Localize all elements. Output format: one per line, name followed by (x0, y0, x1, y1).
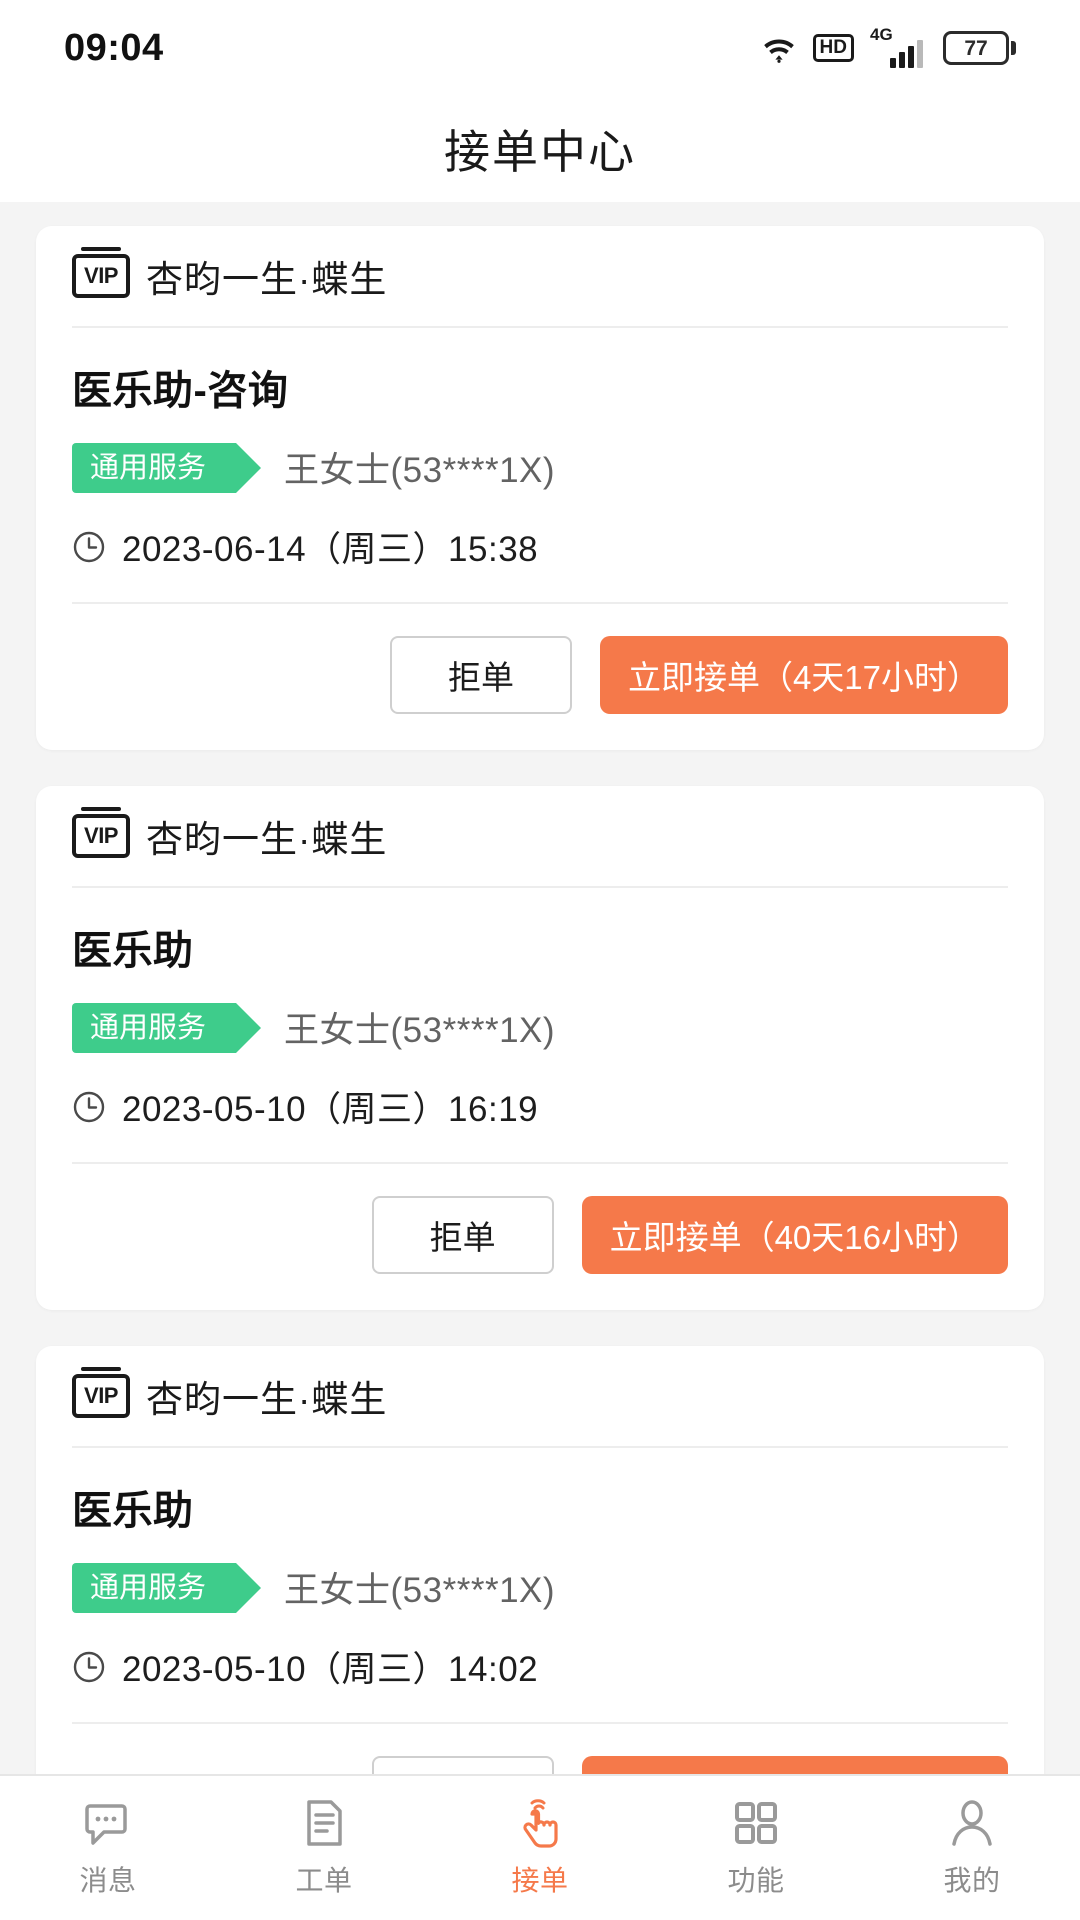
order-card[interactable]: VIP 杏昀一生·蝶生 医乐助 通用服务 王女士(53****1X) 2023-… (36, 786, 1044, 1310)
clock-icon (73, 1091, 105, 1122)
customer-row: 通用服务 王女士(53****1X) (72, 1002, 1008, 1053)
customer-name: 王女士(53****1X) (284, 1011, 556, 1050)
vip-badge-text: VIP (84, 263, 118, 288)
order-datetime: 2023-05-10（周三）14:02 (122, 1650, 539, 1689)
order-datetime: 2023-05-10（周三）16:19 (122, 1090, 539, 1129)
order-card-actions: 拒单 立即接单（40天16小时） (72, 1164, 1008, 1310)
customer-name: 王女士(53****1X) (284, 451, 556, 490)
wifi-icon (763, 39, 794, 63)
accept-order-button[interactable]: 立即接单（40天16小时） (581, 1196, 1008, 1274)
order-time-row: 2023-05-10（周三）16:19 (72, 1081, 1008, 1164)
tab-label: 消息 (79, 1865, 137, 1896)
order-datetime: 2023-06-14（周三）15:38 (122, 530, 539, 569)
vip-card-icon: VIP (72, 807, 130, 858)
chat-bubble-icon (85, 1804, 127, 1845)
status-bar: 09:04 HD 4G 77 (0, 0, 1080, 96)
page-title: 接单中心 (444, 126, 636, 178)
vip-badge-text: VIP (84, 823, 118, 848)
tab-functions[interactable]: 功能 (648, 1776, 864, 1920)
order-title: 医乐助 (72, 929, 194, 973)
order-card-body: 医乐助-咨询 通用服务 王女士(53****1X) 2023-06-14（周三）… (72, 328, 1008, 604)
order-card[interactable]: VIP 杏昀一生·蝶生 医乐助-咨询 通用服务 王女士(53****1X) 20… (36, 226, 1044, 750)
reject-order-button[interactable]: 拒单 (371, 1196, 554, 1274)
order-list[interactable]: VIP 杏昀一生·蝶生 医乐助-咨询 通用服务 王女士(53****1X) 20… (0, 202, 1080, 1774)
bottom-tab-bar: 消息 工单 接单 功能 我的 (0, 1774, 1080, 1920)
tab-label: 功能 (727, 1865, 785, 1896)
tab-accept-orders[interactable]: 接单 (432, 1776, 648, 1920)
cellular-signal: 4G (870, 25, 923, 68)
document-icon (307, 1800, 342, 1846)
customer-row: 通用服务 王女士(53****1X) (72, 1562, 1008, 1613)
accept-order-button[interactable]: 立即接单（40天19小时） (581, 1756, 1008, 1774)
vip-card-icon: VIP (72, 247, 130, 298)
service-type-tag: 通用服务 (72, 1002, 262, 1053)
tab-label: 我的 (943, 1865, 1001, 1896)
vip-badge-text: VIP (84, 1383, 118, 1408)
reject-order-button[interactable]: 拒单 (371, 1756, 554, 1774)
tab-profile[interactable]: 我的 (864, 1776, 1080, 1920)
clock-icon (73, 531, 105, 562)
app-screen: 09:04 HD 4G 77 接单中心 VIP 杏昀一生·蝶生 医乐助-咨询 通… (0, 0, 1080, 1920)
shop-name: 杏昀一生·蝶生 (146, 1379, 388, 1420)
service-type-tag: 通用服务 (72, 1562, 262, 1613)
order-card-actions: 拒单 立即接单（4天17小时） (72, 604, 1008, 750)
service-type-tag: 通用服务 (72, 442, 262, 493)
order-title: 医乐助 (72, 1489, 194, 1533)
vip-card-icon: VIP (72, 1367, 130, 1418)
order-time-row: 2023-06-14（周三）15:38 (72, 521, 1008, 604)
battery-icon: 77 (943, 31, 1016, 65)
status-time: 09:04 (64, 26, 164, 69)
tab-work-orders[interactable]: 工单 (216, 1776, 432, 1920)
order-title: 医乐助-咨询 (72, 369, 289, 413)
person-icon (952, 1800, 992, 1846)
order-card-body: 医乐助 通用服务 王女士(53****1X) 2023-05-10（周三）16:… (72, 888, 1008, 1164)
tap-hand-icon (523, 1799, 558, 1848)
signal-bars-icon (890, 40, 923, 68)
shop-name: 杏昀一生·蝶生 (146, 819, 388, 860)
order-card-header: VIP 杏昀一生·蝶生 (72, 1346, 1008, 1448)
order-card-header: VIP 杏昀一生·蝶生 (72, 786, 1008, 888)
tab-messages[interactable]: 消息 (0, 1776, 216, 1920)
reject-order-button[interactable]: 拒单 (389, 636, 572, 714)
status-icons: HD 4G 77 (761, 25, 1016, 68)
order-card-header: VIP 杏昀一生·蝶生 (72, 226, 1008, 328)
tab-label: 接单 (511, 1865, 569, 1896)
hd-badge: HD (812, 34, 854, 62)
order-card[interactable]: VIP 杏昀一生·蝶生 医乐助 通用服务 王女士(53****1X) 2023-… (36, 1346, 1044, 1774)
customer-row: 通用服务 王女士(53****1X) (72, 442, 1008, 493)
order-card-body: 医乐助 通用服务 王女士(53****1X) 2023-05-10（周三）14:… (72, 1448, 1008, 1724)
tab-label: 工单 (295, 1865, 353, 1896)
shop-name: 杏昀一生·蝶生 (146, 259, 388, 300)
grid-icon (735, 1802, 777, 1844)
network-type-label: 4G (870, 25, 893, 44)
clock-icon (73, 1651, 105, 1682)
battery-level: 77 (964, 36, 988, 60)
order-time-row: 2023-05-10（周三）14:02 (72, 1641, 1008, 1724)
order-card-actions: 拒单 立即接单（40天19小时） (72, 1724, 1008, 1774)
customer-name: 王女士(53****1X) (284, 1571, 556, 1610)
page-header: 接单中心 (0, 96, 1080, 202)
accept-order-button[interactable]: 立即接单（4天17小时） (599, 636, 1008, 714)
